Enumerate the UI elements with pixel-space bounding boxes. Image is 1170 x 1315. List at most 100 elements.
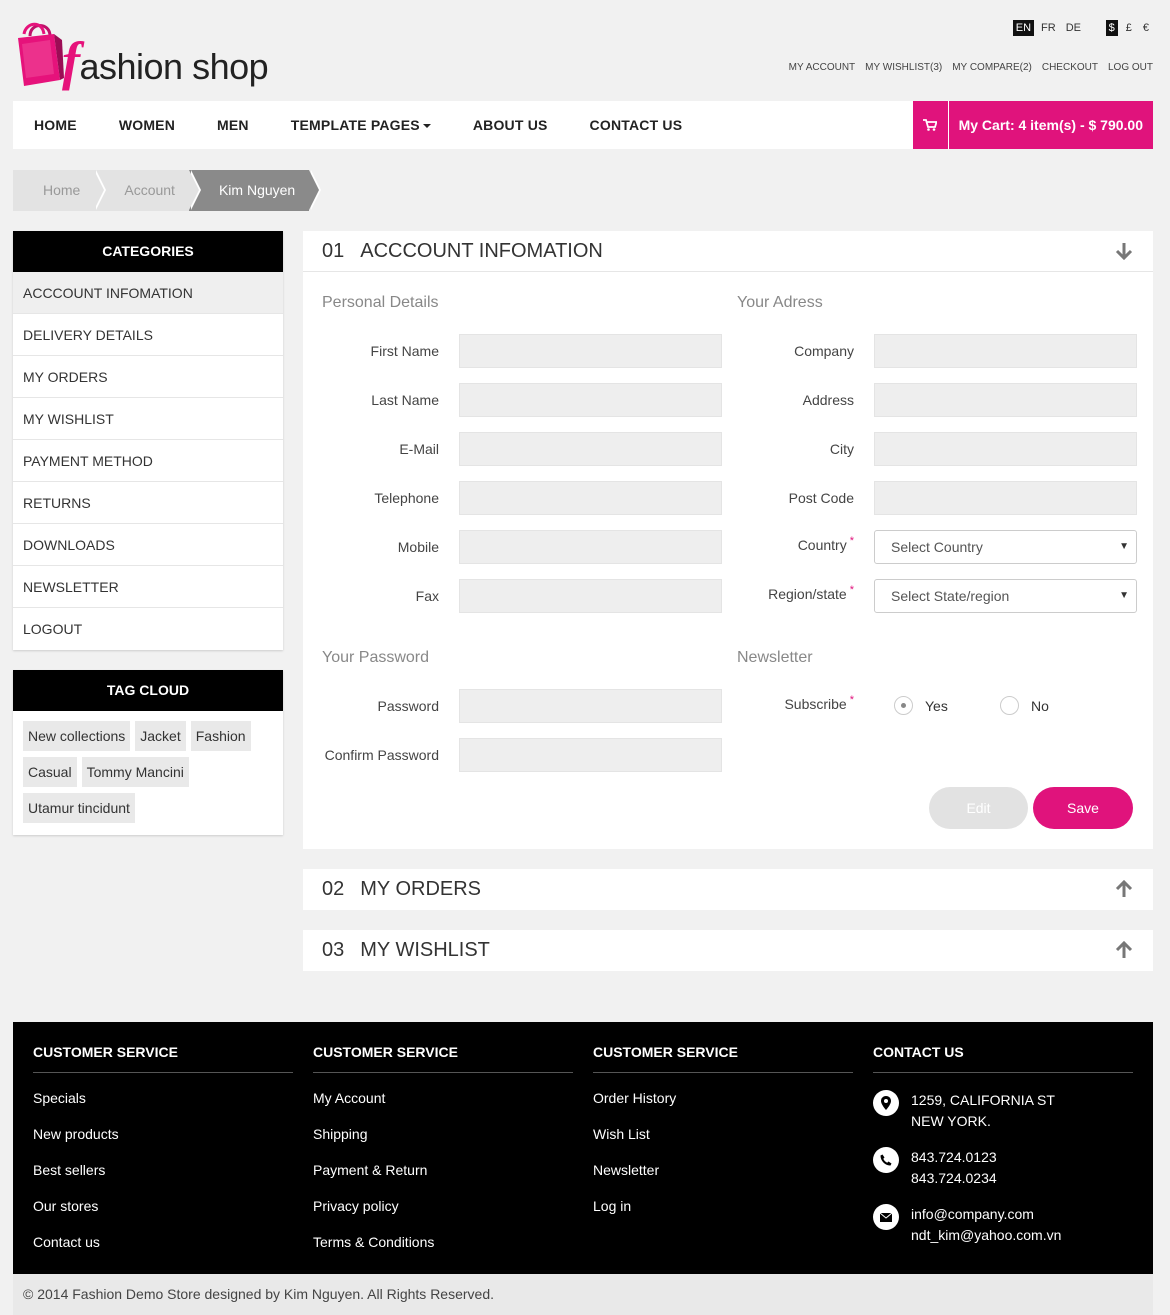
country-select[interactable]: Select Country ▼: [874, 530, 1137, 564]
arrow-up-icon[interactable]: [1115, 879, 1133, 904]
currency-gbp[interactable]: £: [1123, 20, 1135, 36]
breadcrumb-home[interactable]: Home: [13, 170, 107, 211]
my-account-link[interactable]: MY ACCOUNT: [789, 62, 856, 73]
sidebar-item-payment-method[interactable]: PAYMENT METHOD: [13, 440, 283, 482]
radio-unselected-icon: [1000, 696, 1019, 715]
panel-header-account-information[interactable]: 01 ACCCOUNT INFOMATION: [303, 231, 1153, 272]
panel-title: MY ORDERS: [360, 878, 482, 900]
breadcrumb-account[interactable]: Account: [94, 170, 201, 211]
nav-home[interactable]: HOME: [34, 117, 77, 133]
subscribe-yes-label: Yes: [925, 697, 948, 714]
map-marker-icon: [873, 1090, 899, 1116]
checkout-link[interactable]: CHECKOUT: [1042, 62, 1098, 73]
fax-label: Fax: [415, 588, 439, 604]
sidebar-item-logout[interactable]: LOGOUT: [13, 608, 283, 650]
email-label: E-Mail: [399, 441, 439, 457]
contact-email-1[interactable]: info@company.com: [911, 1204, 1061, 1225]
arrow-down-icon[interactable]: [1115, 242, 1133, 266]
address-title: Your Adress: [737, 294, 823, 311]
footer-contact-title: CONTACT US: [873, 1044, 1133, 1073]
sidebar-item-my-wishlist[interactable]: MY WISHLIST: [13, 398, 283, 440]
email-field[interactable]: [459, 432, 722, 466]
mobile-field[interactable]: [459, 530, 722, 564]
tag-cloud-box: TAG CLOUD New collections Jacket Fashion…: [13, 670, 283, 835]
region-label-wrap: Region/state *: [734, 584, 854, 602]
select-arrow-icon: ▼: [1119, 590, 1129, 601]
contact-email-2[interactable]: ndt_kim@yahoo.com.vn: [911, 1225, 1061, 1246]
footer-link-privacy-policy[interactable]: Privacy policy: [313, 1198, 573, 1234]
footer-link-newsletter[interactable]: Newsletter: [593, 1162, 853, 1198]
footer-link-shipping[interactable]: Shipping: [313, 1126, 573, 1162]
tag-casual[interactable]: Casual: [23, 757, 77, 787]
confirm-password-field[interactable]: [459, 738, 722, 772]
first-name-field[interactable]: [459, 334, 722, 368]
currency-switcher: $ £ €: [1105, 20, 1152, 36]
nav-template-pages[interactable]: TEMPLATE PAGES: [291, 117, 431, 133]
footer-link-payment-return[interactable]: Payment & Return: [313, 1162, 573, 1198]
footer-link-best-sellers[interactable]: Best sellers: [33, 1162, 293, 1198]
post-code-field[interactable]: [874, 481, 1137, 515]
footer-link-our-stores[interactable]: Our stores: [33, 1198, 293, 1234]
my-wishlist-link[interactable]: MY WISHLIST(3): [865, 62, 942, 73]
footer-link-my-account[interactable]: My Account: [313, 1090, 573, 1126]
my-compare-link[interactable]: MY COMPARE(2): [952, 62, 1032, 73]
footer-link-terms[interactable]: Terms & Conditions: [313, 1234, 573, 1270]
city-field[interactable]: [874, 432, 1137, 466]
edit-button[interactable]: Edit: [929, 787, 1028, 829]
lang-fr[interactable]: FR: [1038, 20, 1059, 36]
footer-link-specials[interactable]: Specials: [33, 1090, 293, 1126]
panel-header-my-wishlist[interactable]: 03 MY WISHLIST: [303, 930, 1153, 971]
sidebar-item-account-information[interactable]: ACCCOUNT INFOMATION: [13, 272, 283, 314]
footer-link-contact-us[interactable]: Contact us: [33, 1234, 293, 1270]
footer-link-log-in[interactable]: Log in: [593, 1198, 853, 1234]
contact-phone-2[interactable]: 843.724.0234: [911, 1168, 997, 1189]
lang-en[interactable]: EN: [1012, 20, 1035, 36]
tag-new-collections[interactable]: New collections: [23, 721, 131, 751]
password-title: Your Password: [322, 649, 430, 666]
save-button[interactable]: Save: [1033, 787, 1133, 829]
tag-fashion[interactable]: Fashion: [190, 721, 251, 751]
footer-link-new-products[interactable]: New products: [33, 1126, 293, 1162]
nav-about-us[interactable]: ABOUT US: [473, 117, 548, 133]
logo-wordmark[interactable]: fashion shop: [62, 30, 269, 92]
subscribe-label-wrap: Subscribe *: [734, 694, 854, 712]
sidebar-item-returns[interactable]: RETURNS: [13, 482, 283, 524]
contact-phone-1[interactable]: 843.724.0123: [911, 1147, 997, 1168]
sidebar-item-newsletter[interactable]: NEWSLETTER: [13, 566, 283, 608]
subscribe-no-radio[interactable]: No: [1000, 696, 1049, 715]
envelope-icon: [873, 1204, 899, 1230]
cart-button[interactable]: My Cart: 4 item(s) - $ 790.00: [912, 101, 1153, 149]
tag-tommy-mancini[interactable]: Tommy Mancini: [81, 757, 189, 787]
required-mark: *: [849, 535, 854, 547]
footer-col-3: CUSTOMER SERVICE Order History Wish List…: [593, 1044, 853, 1234]
lang-de[interactable]: DE: [1063, 20, 1084, 36]
nav-contact-us[interactable]: CONTACT US: [590, 117, 683, 133]
password-field[interactable]: [459, 689, 722, 723]
currency-eur[interactable]: €: [1140, 20, 1152, 36]
arrow-up-icon[interactable]: [1115, 940, 1133, 965]
footer-link-wish-list[interactable]: Wish List: [593, 1126, 853, 1162]
logout-link[interactable]: LOG OUT: [1108, 62, 1153, 73]
panel-number: 01: [322, 239, 345, 262]
copyright: © 2014 Fashion Demo Store designed by Ki…: [13, 1274, 1153, 1315]
nav-men[interactable]: MEN: [217, 117, 249, 133]
first-name-label: First Name: [370, 343, 439, 359]
telephone-field[interactable]: [459, 481, 722, 515]
nav-women[interactable]: WOMEN: [119, 117, 175, 133]
sidebar-item-my-orders[interactable]: MY ORDERS: [13, 356, 283, 398]
sidebar-item-downloads[interactable]: DOWNLOADS: [13, 524, 283, 566]
address-field[interactable]: [874, 383, 1137, 417]
tag-jacket[interactable]: Jacket: [135, 721, 186, 751]
currency-usd[interactable]: $: [1105, 20, 1118, 36]
panel-header-my-orders[interactable]: 02 MY ORDERS: [303, 869, 1153, 910]
breadcrumb-current: Kim Nguyen: [188, 170, 322, 211]
tag-utamur-tincidunt[interactable]: Utamur tincidunt: [23, 793, 135, 823]
footer-link-order-history[interactable]: Order History: [593, 1090, 853, 1126]
region-label: Region/state: [768, 586, 847, 602]
region-select[interactable]: Select State/region ▼: [874, 579, 1137, 613]
company-field[interactable]: [874, 334, 1137, 368]
fax-field[interactable]: [459, 579, 722, 613]
last-name-field[interactable]: [459, 383, 722, 417]
sidebar-item-delivery-details[interactable]: DELIVERY DETAILS: [13, 314, 283, 356]
subscribe-yes-radio[interactable]: Yes: [894, 696, 948, 715]
